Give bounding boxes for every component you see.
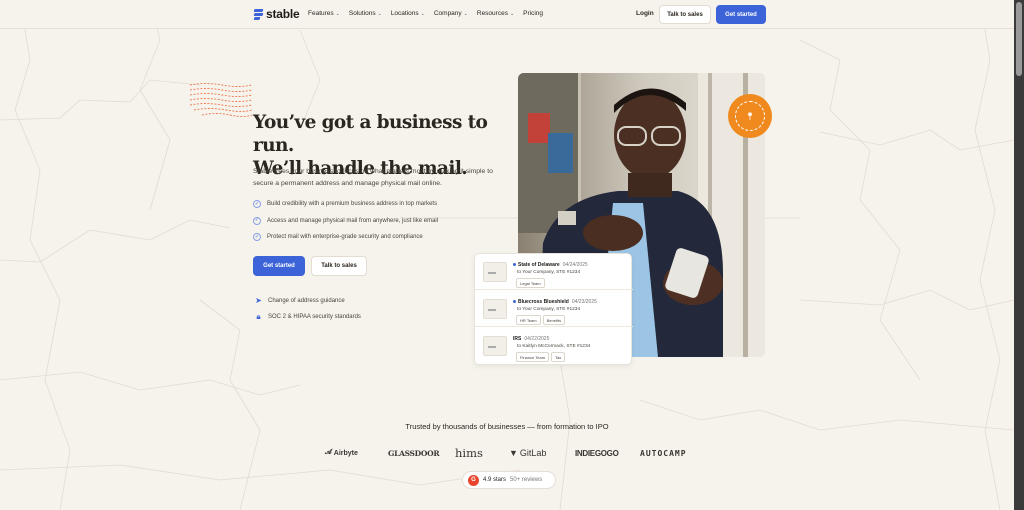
trusted-by-heading: Trusted by thousands of businesses — fro… [405, 422, 609, 431]
benefit-item: ✓ Protect mail with enterprise-grade sec… [253, 229, 438, 246]
top-navigation: stable Features ⌄ Solutions ⌄ Locations ⌄ C… [0, 0, 1014, 29]
envelope-icon [483, 262, 507, 282]
benefit-text: Build credibility with a premium busines… [267, 201, 438, 208]
mail-date: 04/23/2025 [571, 299, 597, 305]
mail-date: 04/24/2025 [562, 262, 588, 268]
mail-sender: IRS 04/22/2025 [513, 336, 549, 342]
dashed-wave-pattern [189, 83, 253, 117]
mail-item[interactable]: State of Delaware 04/24/2025 to Your Comp… [475, 254, 633, 290]
check-circle-icon: ✓ [253, 233, 261, 242]
customer-logos: 𝓐 Airbyte GLASSDOOR hims ▼ GitLab INDIEGOG… [0, 446, 1014, 460]
location-pin-icon: 📍︎ [735, 101, 765, 131]
chevron-down-icon: ⌄ [463, 10, 468, 17]
mail-inbox-card: State of Delaware 04/24/2025 to Your Comp… [474, 253, 633, 365]
autocamp-logo: AUTOCAMP [640, 448, 687, 458]
hims-logo: hims [455, 446, 483, 460]
chevron-down-icon: ⌄ [377, 10, 382, 17]
chevron-down-icon: ⌄ [420, 10, 425, 17]
gitlab-fox-icon: ▼ [509, 448, 518, 458]
login-link[interactable]: Login [636, 10, 654, 17]
mail-tags: Legal Team [516, 278, 545, 288]
stable-certified-badge: 📍︎ [728, 94, 772, 138]
menu-label: Company [433, 10, 462, 17]
benefit-text: Access and manage physical mail from any… [267, 217, 439, 224]
review-count: 50+ reviews [510, 477, 543, 483]
mail-tags: HR Team Benefits [516, 315, 566, 325]
mail-tag: Finance Team [516, 352, 550, 362]
feature-change-of-address: ➤ Change of address guidance [254, 296, 345, 305]
mail-tag: Tax [551, 352, 566, 362]
menu-label: Features [308, 10, 334, 17]
unread-dot-icon [513, 263, 516, 267]
check-circle-icon: ✓ [253, 200, 261, 209]
logo-text: Airbyte [333, 449, 358, 457]
unread-dot-icon [513, 300, 516, 304]
logo-text: GitLab [519, 448, 547, 458]
benefit-list: ✓ Build credibility with a premium busin… [253, 196, 438, 246]
scrollbar-thumb[interactable] [1016, 2, 1022, 76]
menu-label: Solutions [348, 10, 376, 17]
airbyte-icon: 𝓐 [325, 449, 332, 456]
gitlab-logo: ▼ GitLab [509, 446, 546, 460]
menu-item-company[interactable]: Company ⌄ [434, 10, 468, 17]
rating-text: 4.9 stars [483, 477, 507, 483]
mail-recipient: to Kaitlyn McCormack, STE #1234 [517, 344, 591, 349]
menu-label: Locations [390, 10, 419, 17]
feature-label: Change of address guidance [268, 297, 345, 304]
mail-sender-name: IRS [513, 336, 522, 342]
shield-lock-icon: 🔒︎ [256, 312, 261, 321]
glassdoor-logo: GLASSDOOR [388, 448, 440, 458]
feature-security-standards: 🔒︎ SOC 2 & HIPAA security standards [254, 312, 361, 322]
menu-label: Resources [476, 10, 508, 17]
hero-get-started-button[interactable]: Get started [253, 256, 305, 276]
main-menu: Features ⌄ Solutions ⌄ Locations ⌄ Company ⌄… [308, 10, 543, 17]
envelope-icon [483, 336, 507, 356]
airbyte-logo: 𝓐 Airbyte [325, 446, 358, 460]
mail-sender: Bluecross Blueshield 04/23/2025 [513, 299, 597, 305]
brand-name: stable [266, 7, 300, 21]
nav-get-started-button[interactable]: Get started [716, 5, 766, 24]
mail-sender-name: Bluecross Blueshield [518, 299, 569, 305]
hero-subtitle: Stable frees your business to focus on w… [253, 168, 493, 187]
mail-item[interactable]: Bluecross Blueshield 04/23/2025 to Your C… [475, 291, 633, 327]
mail-recipient: to Your Company, STE #1234 [517, 307, 581, 312]
menu-label: Pricing [523, 10, 544, 17]
mail-recipient: to Your Company, STE #1234 [517, 270, 581, 275]
indiegogo-logo: INDIEGOGO [575, 448, 619, 458]
feature-label: SOC 2 & HIPAA security standards [268, 314, 361, 320]
mail-tags: Finance Team Tax [516, 352, 566, 362]
mail-item[interactable]: IRS 04/22/2025 to Kaitlyn McCormack, STE … [475, 328, 633, 364]
chevron-down-icon: ⌄ [509, 10, 515, 17]
mail-sender: State of Delaware 04/24/2025 [513, 262, 588, 268]
menu-item-resources[interactable]: Resources ⌄ [477, 10, 514, 17]
benefit-text: Protect mail with enterprise-grade secur… [267, 234, 423, 241]
mail-tag: Benefits [542, 315, 566, 325]
nav-talk-to-sales-button[interactable]: Talk to sales [659, 5, 711, 24]
menu-item-features[interactable]: Features ⌄ [308, 10, 340, 17]
g2-review-badge[interactable]: G 4.9 stars 50+ reviews [462, 471, 556, 489]
hero-title-line-1: You’ve got a business to run. [253, 112, 488, 156]
check-circle-icon: ✓ [253, 216, 261, 225]
mail-date: 04/22/2025 [524, 336, 550, 342]
benefit-item: ✓ Access and manage physical mail from a… [253, 213, 438, 230]
hero-talk-to-sales-button[interactable]: Talk to sales [311, 256, 367, 276]
g2-logo-icon: G [468, 474, 479, 486]
chevron-down-icon: ⌄ [335, 10, 340, 17]
menu-item-solutions[interactable]: Solutions ⌄ [349, 10, 382, 17]
mail-tag: HR Team [516, 315, 541, 325]
mail-tag: Legal Team [516, 278, 545, 288]
menu-item-pricing[interactable]: Pricing [523, 10, 543, 17]
menu-item-locations[interactable]: Locations ⌄ [391, 10, 425, 17]
stable-logo-icon [253, 9, 264, 20]
mail-sender-name: State of Delaware [518, 262, 560, 268]
cursor-arrow-icon: ➤ [255, 296, 262, 305]
benefit-item: ✓ Build credibility with a premium busin… [253, 196, 438, 213]
envelope-icon [483, 299, 507, 319]
stable-logo[interactable]: stable [253, 7, 300, 21]
page-scrollbar[interactable] [1014, 0, 1024, 510]
